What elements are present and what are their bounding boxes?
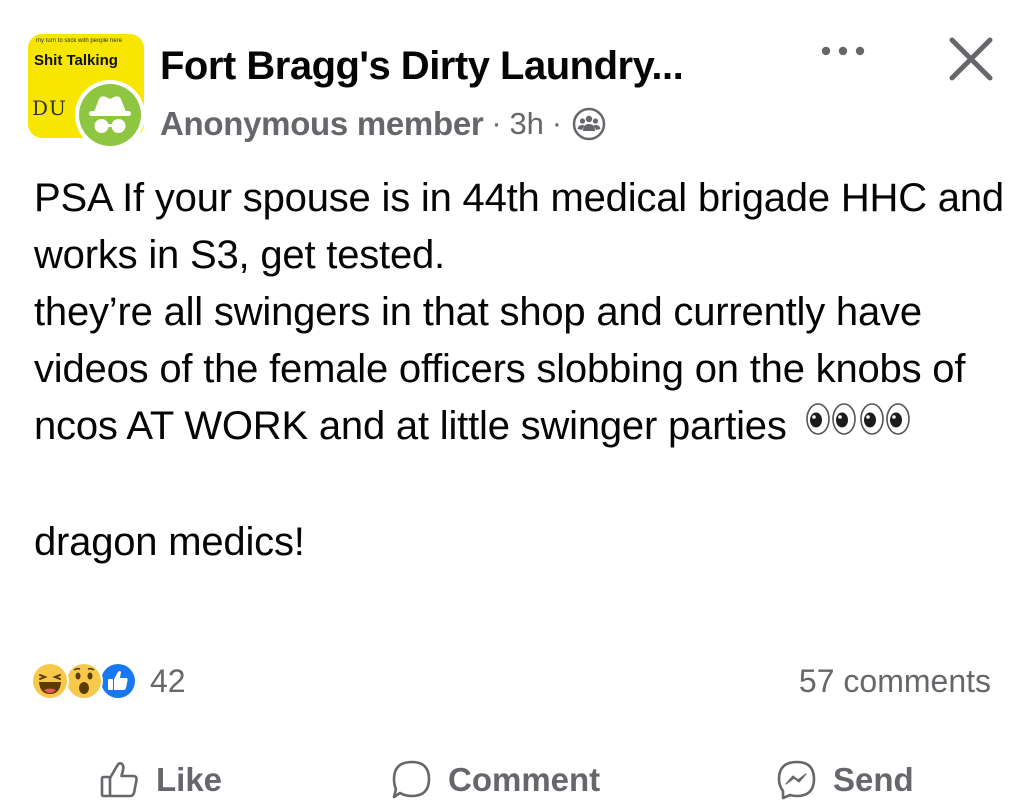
logo-top-line: my turn to stick with people here xyxy=(36,38,123,44)
logo-letters: DU xyxy=(32,96,67,120)
anonymous-avatar[interactable] xyxy=(75,80,145,150)
close-button[interactable] xyxy=(944,32,998,86)
anonymous-avatar-icon xyxy=(79,84,141,146)
eye-icon xyxy=(805,403,830,435)
comment-icon xyxy=(390,758,434,802)
comments-count[interactable]: 57 comments xyxy=(799,658,991,704)
haha-reaction-icon xyxy=(30,661,70,701)
reaction-count: 42 xyxy=(150,662,186,699)
group-members-icon xyxy=(572,107,606,141)
post-meta: Anonymous member · 3h · xyxy=(160,104,606,144)
thumbs-up-icon xyxy=(98,758,142,802)
author-name[interactable]: Anonymous member xyxy=(160,105,484,143)
meta-separator: · xyxy=(491,107,502,140)
like-label: Like xyxy=(156,761,223,798)
more-options-button[interactable] xyxy=(812,36,874,66)
close-icon xyxy=(949,37,993,81)
reactions-summary[interactable]: 42 xyxy=(30,658,186,704)
send-label: Send xyxy=(833,761,914,798)
like-button[interactable]: Like xyxy=(98,752,222,808)
wow-reaction-icon xyxy=(64,661,104,701)
meta-separator: · xyxy=(551,107,562,140)
post-text-continued: dragon medics! xyxy=(34,519,305,564)
comment-label: Comment xyxy=(448,761,601,798)
action-bar: Like Comment Send xyxy=(0,752,1023,808)
logo-title: Shit Talking xyxy=(34,52,118,69)
send-button[interactable]: Send xyxy=(775,752,914,808)
group-name[interactable]: Fort Bragg's Dirty Laundry... xyxy=(160,44,684,89)
post-timestamp[interactable]: 3h xyxy=(509,106,543,142)
messenger-icon xyxy=(775,758,819,802)
more-options-icon xyxy=(821,46,865,56)
eyes-emoji xyxy=(805,396,913,453)
post-card: my turn to stick with people here Shit T… xyxy=(0,0,1023,808)
like-reaction-icon xyxy=(98,661,138,701)
post-body: PSA If your spouse is in 44th medical br… xyxy=(34,170,1009,571)
comment-button[interactable]: Comment xyxy=(390,752,600,808)
